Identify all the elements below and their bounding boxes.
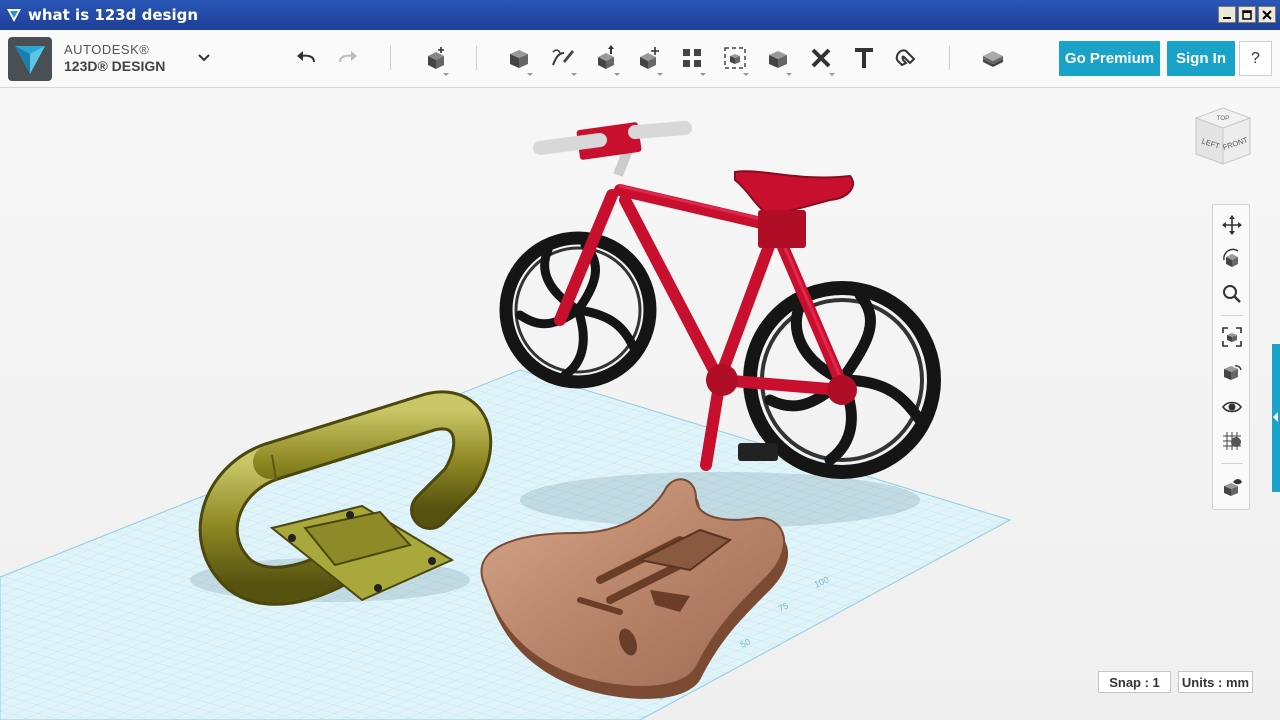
minimize-button[interactable] <box>1218 6 1236 23</box>
solid-visibility-button[interactable] <box>1218 473 1246 501</box>
materials-icon <box>983 51 1003 67</box>
maximize-icon <box>1242 9 1252 20</box>
3d-viewport[interactable]: 25 50 75 100 <box>0 88 1280 720</box>
app-logo[interactable] <box>8 37 52 81</box>
chevron-down-icon[interactable] <box>196 52 212 64</box>
combine-button[interactable] <box>762 42 794 76</box>
eye-icon <box>1222 401 1242 413</box>
brand-name: AUTODESK® 123D® DESIGN <box>64 42 165 74</box>
measure-button[interactable] <box>805 42 837 76</box>
modify-button[interactable] <box>633 42 665 76</box>
pan-icon <box>1222 215 1242 235</box>
orbit-icon <box>1223 248 1239 267</box>
zoom-button[interactable] <box>1218 280 1246 308</box>
sketch-icon <box>552 49 574 66</box>
window-titlebar: what is 123d design <box>0 0 1280 30</box>
maximize-button[interactable] <box>1238 6 1256 23</box>
primitives-button[interactable] <box>503 42 535 76</box>
main-toolbar: AUTODESK® 123D® DESIGN Go Premium Sign I… <box>0 30 1280 88</box>
grouping-button[interactable] <box>719 42 751 76</box>
undo-button[interactable] <box>290 42 322 74</box>
visibility-button[interactable] <box>1218 393 1246 421</box>
snap-button[interactable] <box>891 42 923 74</box>
text-icon <box>855 48 873 68</box>
grouping-icon <box>724 47 746 69</box>
close-icon <box>1262 9 1272 20</box>
fit-icon <box>1222 327 1242 347</box>
pattern-button[interactable] <box>676 42 708 76</box>
brand-line2: 123D® DESIGN <box>64 58 166 74</box>
side-panel-arrow-icon <box>1273 412 1278 422</box>
help-button[interactable]: ? <box>1239 41 1272 76</box>
navigation-panel <box>1212 204 1250 510</box>
pan-button[interactable] <box>1218 211 1246 239</box>
go-premium-button[interactable]: Go Premium <box>1059 41 1160 76</box>
grid-material-button[interactable] <box>1218 427 1246 455</box>
view-cube[interactable]: TOP LEFT FRONT <box>1190 104 1256 174</box>
fit-button[interactable] <box>1218 323 1246 351</box>
materials-button[interactable] <box>977 42 1009 74</box>
zoom-icon <box>1223 285 1241 303</box>
solid-eye-icon <box>1224 479 1242 496</box>
window-title: what is 123d design <box>28 6 199 24</box>
combine-icon <box>769 51 787 68</box>
redo-button[interactable] <box>332 42 364 74</box>
modify-icon <box>640 47 659 69</box>
app-logo-icon <box>7 9 21 22</box>
construct-button[interactable] <box>590 42 622 76</box>
minimize-icon <box>1223 16 1231 19</box>
primitives-icon <box>510 50 528 68</box>
transform-icon <box>428 47 444 69</box>
transform-button[interactable] <box>419 42 451 76</box>
snap-magnet-icon <box>895 49 916 67</box>
viewcube-top-label[interactable]: TOP <box>1217 116 1229 122</box>
grid-icon <box>1223 432 1241 450</box>
brand-line1: AUTODESK® <box>64 42 150 57</box>
undo-icon <box>297 51 315 63</box>
units-status[interactable]: Units : mm <box>1178 671 1253 693</box>
close-button[interactable] <box>1258 6 1276 23</box>
text-button[interactable] <box>848 42 880 74</box>
orbit-button[interactable] <box>1218 245 1246 273</box>
snap-status[interactable]: Snap : 1 <box>1098 671 1171 693</box>
sign-in-button[interactable]: Sign In <box>1167 41 1235 76</box>
views-icon <box>1224 365 1242 380</box>
measure-icon <box>811 48 831 68</box>
redo-icon <box>339 51 357 63</box>
sketch-button[interactable] <box>547 42 579 76</box>
pattern-icon <box>683 49 701 67</box>
logo-icon <box>15 46 45 74</box>
views-button[interactable] <box>1218 358 1246 386</box>
construct-icon <box>598 45 614 69</box>
scene-canvas[interactable]: 25 50 75 100 <box>0 88 1280 720</box>
